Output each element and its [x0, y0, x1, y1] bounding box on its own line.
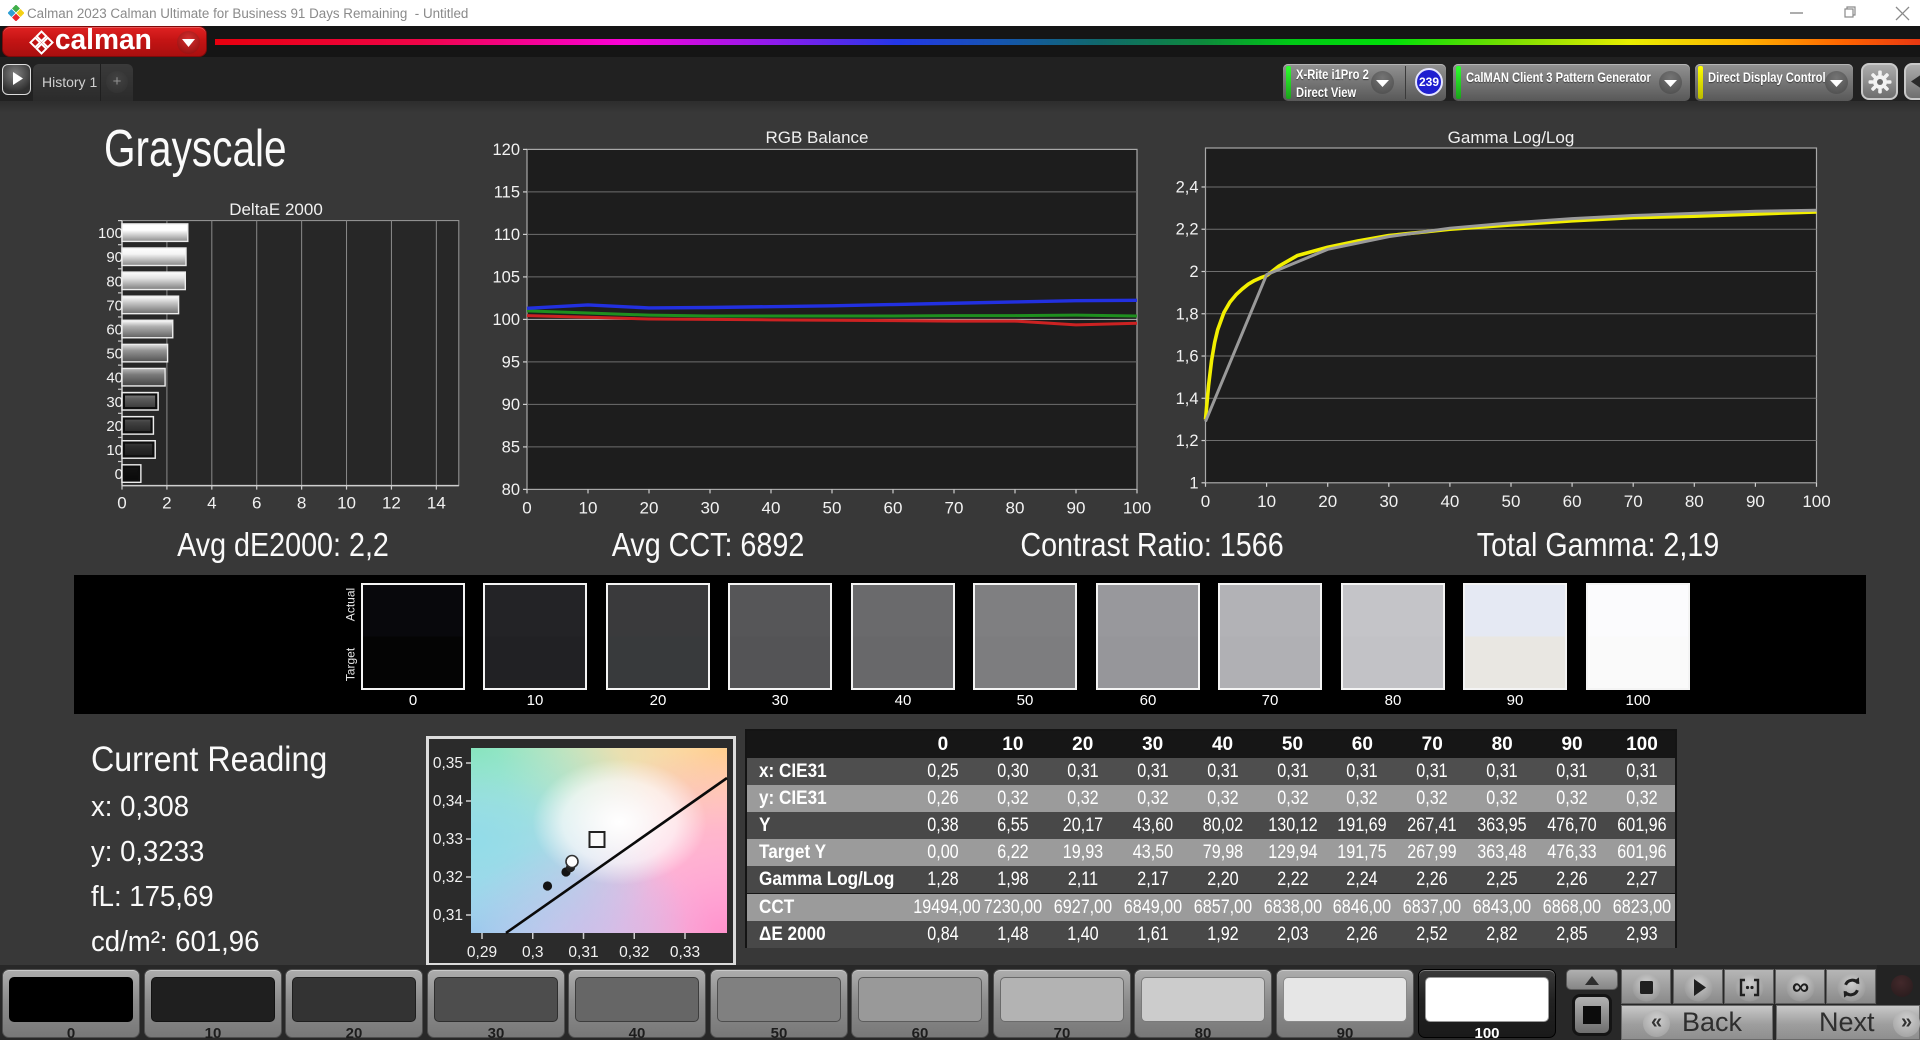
- svg-text:2: 2: [1189, 263, 1198, 281]
- svg-text:60: 60: [884, 498, 903, 517]
- svg-text:0,33: 0,33: [670, 944, 700, 961]
- svg-text:0: 0: [115, 466, 123, 483]
- svg-text:2,2: 2,2: [1176, 221, 1199, 239]
- svg-text:50: 50: [823, 498, 842, 517]
- svg-text:80: 80: [502, 481, 520, 499]
- svg-text:120: 120: [492, 141, 520, 159]
- svg-text:6: 6: [252, 494, 261, 513]
- svg-text:0: 0: [117, 494, 126, 513]
- svg-text:110: 110: [494, 226, 520, 244]
- svg-text:0,31: 0,31: [568, 944, 598, 961]
- svg-text:0,33: 0,33: [433, 831, 463, 848]
- svg-text:0,32: 0,32: [619, 944, 649, 961]
- svg-text:0,29: 0,29: [467, 944, 497, 961]
- svg-text:0,31: 0,31: [433, 907, 463, 924]
- svg-text:30: 30: [1379, 492, 1398, 511]
- svg-text:1,8: 1,8: [1176, 305, 1199, 323]
- svg-text:50: 50: [106, 346, 123, 363]
- svg-text:10: 10: [1257, 492, 1276, 511]
- svg-text:80: 80: [1685, 492, 1704, 511]
- svg-text:0,3: 0,3: [522, 944, 544, 961]
- svg-text:85: 85: [502, 438, 520, 456]
- svg-text:70: 70: [1624, 492, 1643, 511]
- svg-text:12: 12: [382, 494, 401, 513]
- svg-text:70: 70: [945, 498, 964, 517]
- svg-text:8: 8: [297, 494, 306, 513]
- svg-text:100: 100: [1802, 492, 1830, 511]
- svg-text:1: 1: [1189, 474, 1198, 492]
- svg-text:20: 20: [1318, 492, 1337, 511]
- svg-text:90: 90: [1746, 492, 1765, 511]
- svg-text:80: 80: [106, 273, 123, 290]
- svg-text:95: 95: [502, 353, 520, 371]
- svg-text:0,34: 0,34: [433, 793, 464, 810]
- svg-text:40: 40: [1440, 492, 1459, 511]
- svg-text:Gamma Log/Log: Gamma Log/Log: [1448, 128, 1575, 147]
- svg-text:20: 20: [640, 498, 659, 517]
- svg-text:70: 70: [106, 297, 123, 314]
- svg-text:0: 0: [1201, 492, 1210, 511]
- svg-text:4: 4: [207, 494, 216, 513]
- svg-text:0,32: 0,32: [433, 869, 463, 886]
- svg-text:115: 115: [494, 183, 520, 201]
- svg-text:14: 14: [427, 494, 446, 513]
- svg-text:100: 100: [98, 225, 123, 242]
- svg-text:10: 10: [579, 498, 598, 517]
- svg-text:90: 90: [106, 249, 123, 266]
- svg-text:105: 105: [492, 268, 520, 286]
- svg-text:1,2: 1,2: [1176, 432, 1199, 450]
- svg-text:80: 80: [1006, 498, 1025, 517]
- svg-text:40: 40: [762, 498, 781, 517]
- svg-text:90: 90: [1067, 498, 1086, 517]
- svg-text:2: 2: [162, 494, 171, 513]
- svg-text:50: 50: [1502, 492, 1521, 511]
- svg-text:30: 30: [106, 394, 123, 411]
- svg-text:90: 90: [502, 396, 520, 414]
- svg-text:60: 60: [106, 322, 123, 339]
- svg-text:DeltaE 2000: DeltaE 2000: [229, 200, 323, 219]
- svg-text:10: 10: [337, 494, 356, 513]
- svg-text:30: 30: [701, 498, 720, 517]
- svg-text:100: 100: [492, 311, 520, 329]
- svg-text:1,6: 1,6: [1176, 348, 1199, 366]
- svg-text:0,35: 0,35: [433, 755, 463, 772]
- svg-text:2,4: 2,4: [1176, 178, 1199, 196]
- svg-text:0: 0: [522, 498, 531, 517]
- svg-text:40: 40: [106, 370, 123, 387]
- svg-text:20: 20: [106, 418, 123, 435]
- svg-text:100: 100: [1123, 498, 1151, 517]
- svg-text:1,4: 1,4: [1176, 390, 1199, 408]
- svg-text:RGB Balance: RGB Balance: [766, 128, 869, 147]
- svg-text:60: 60: [1563, 492, 1582, 511]
- svg-text:10: 10: [106, 442, 123, 459]
- svg-text:∞: ∞: [1792, 974, 1809, 1001]
